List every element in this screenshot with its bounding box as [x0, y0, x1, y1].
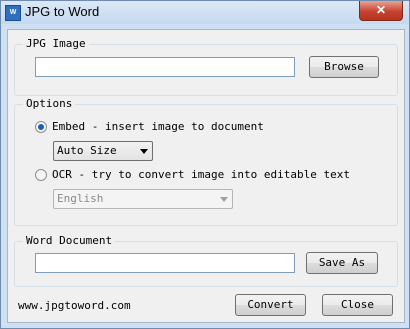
ocr-radio[interactable] [35, 169, 47, 181]
embed-radio[interactable] [35, 121, 47, 133]
language-select[interactable]: English [53, 189, 233, 209]
options-group-title: Options [23, 97, 76, 110]
chevron-down-icon [220, 197, 228, 202]
window-close-button[interactable]: ✕ [359, 1, 403, 21]
window-title: JPG to Word [25, 4, 100, 19]
language-select-value: English [57, 192, 104, 205]
word-document-group-title: Word Document [23, 234, 116, 247]
browse-button[interactable]: Browse [309, 56, 379, 78]
app-window: W JPG to Word ✕ JPG Image Browse Options… [0, 0, 410, 329]
website-label: www.jpgtoword.com [18, 299, 131, 312]
chevron-down-icon [140, 149, 148, 154]
title-bar[interactable]: W JPG to Word ✕ [1, 1, 409, 24]
size-select-value: Auto Size [57, 144, 117, 157]
size-select[interactable]: Auto Size [53, 141, 153, 161]
jpg-image-path-input[interactable] [35, 57, 295, 77]
ocr-radio-label[interactable]: OCR - try to convert image into editable… [52, 168, 350, 181]
dialog-client-area: JPG Image Browse Options Embed - insert … [7, 29, 405, 323]
app-icon: W [5, 5, 21, 21]
embed-radio-label[interactable]: Embed - insert image to document [52, 120, 264, 133]
word-document-group: Word Document Save As [14, 234, 398, 287]
close-button[interactable]: Close [322, 294, 393, 316]
options-group: Options Embed - insert image to document… [14, 97, 398, 226]
word-document-path-input[interactable] [35, 253, 295, 273]
convert-button[interactable]: Convert [235, 294, 306, 316]
jpg-image-group: JPG Image Browse [14, 37, 398, 96]
jpg-image-group-title: JPG Image [23, 37, 89, 50]
save-as-button[interactable]: Save As [306, 252, 378, 274]
